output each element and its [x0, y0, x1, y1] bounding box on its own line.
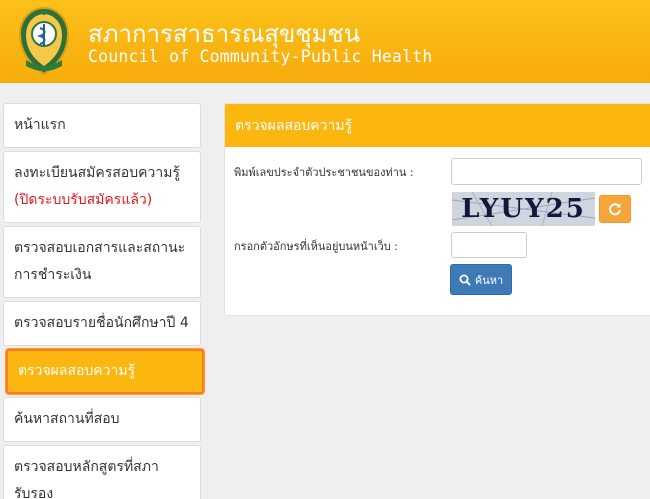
sidebar-item-label: หน้าแรก — [14, 117, 66, 133]
sidebar-item-home[interactable]: หน้าแรก — [3, 103, 201, 148]
captcha-text: LYUY25 — [461, 194, 586, 224]
sidebar-item-label: ตรวจสอบเอกสารและสถานะ — [14, 240, 186, 256]
panel-title: ตรวจผลสอบความรู้ — [225, 104, 650, 147]
sidebar-item-label: ตรวจสอบรายชื่อนักศึกษาปี 4 — [14, 315, 189, 331]
sidebar-item-label-line2: รับรอง — [14, 486, 54, 499]
exam-result-panel: ตรวจผลสอบความรู้ พิมพ์เลขประจำตัวประชาชน… — [224, 103, 650, 316]
captcha-refresh-button[interactable] — [599, 195, 631, 223]
captcha-input[interactable] — [451, 232, 527, 258]
search-button[interactable]: ค้นหา — [450, 264, 512, 295]
sidebar-menu: หน้าแรก ลงทะเบียนสมัครสอบความรู้ (ปิดระบ… — [3, 103, 204, 499]
sidebar-item-label: ค้นหาสถานที่สอบ — [14, 411, 120, 427]
sidebar-item-check-documents[interactable]: ตรวจสอบเอกสารและสถานะ การชำระเงิน — [3, 226, 201, 298]
sidebar-item-accredited-curricula[interactable]: ตรวจสอบหลักสูตรที่สภา รับรอง — [3, 445, 201, 499]
citizen-id-input[interactable] — [451, 158, 642, 185]
sidebar-item-label: ลงทะเบียนสมัครสอบความรู้ — [14, 165, 180, 181]
site-title-english: Council of Community-Public Health — [88, 47, 433, 66]
sidebar-item-register-exam[interactable]: ลงทะเบียนสมัครสอบความรู้ (ปิดระบบรับสมัค… — [3, 151, 201, 223]
search-icon — [459, 274, 471, 286]
sidebar-item-label-line2: การชำระเงิน — [14, 267, 92, 283]
captcha-image: LYUY25 — [452, 192, 595, 226]
sidebar-item-label: ตรวจผลสอบความรู้ — [18, 363, 136, 379]
captcha-label: กรอกตัวอักษรที่เห็นอยู่บนหน้าเว็บ : — [234, 240, 398, 253]
site-header: สภาการสาธารณสุขชุมชน Council of Communit… — [0, 0, 650, 83]
citizen-id-label: พิมพ์เลขประจำตัวประชาชนของท่าน : — [234, 166, 414, 179]
sidebar-item-exam-results[interactable]: ตรวจผลสอบความรู้ — [6, 349, 204, 394]
registration-closed-note: (ปิดระบบรับสมัครแล้ว) — [14, 192, 153, 208]
refresh-icon — [609, 203, 621, 216]
sidebar-item-label: ตรวจสอบหลักสูตรที่สภา — [14, 459, 159, 475]
sidebar-item-student-list[interactable]: ตรวจสอบรายชื่อนักศึกษาปี 4 — [3, 301, 201, 346]
sidebar-item-find-exam-location[interactable]: ค้นหาสถานที่สอบ — [3, 397, 201, 442]
search-button-label: ค้นหา — [474, 273, 504, 287]
council-emblem-icon — [18, 6, 70, 76]
